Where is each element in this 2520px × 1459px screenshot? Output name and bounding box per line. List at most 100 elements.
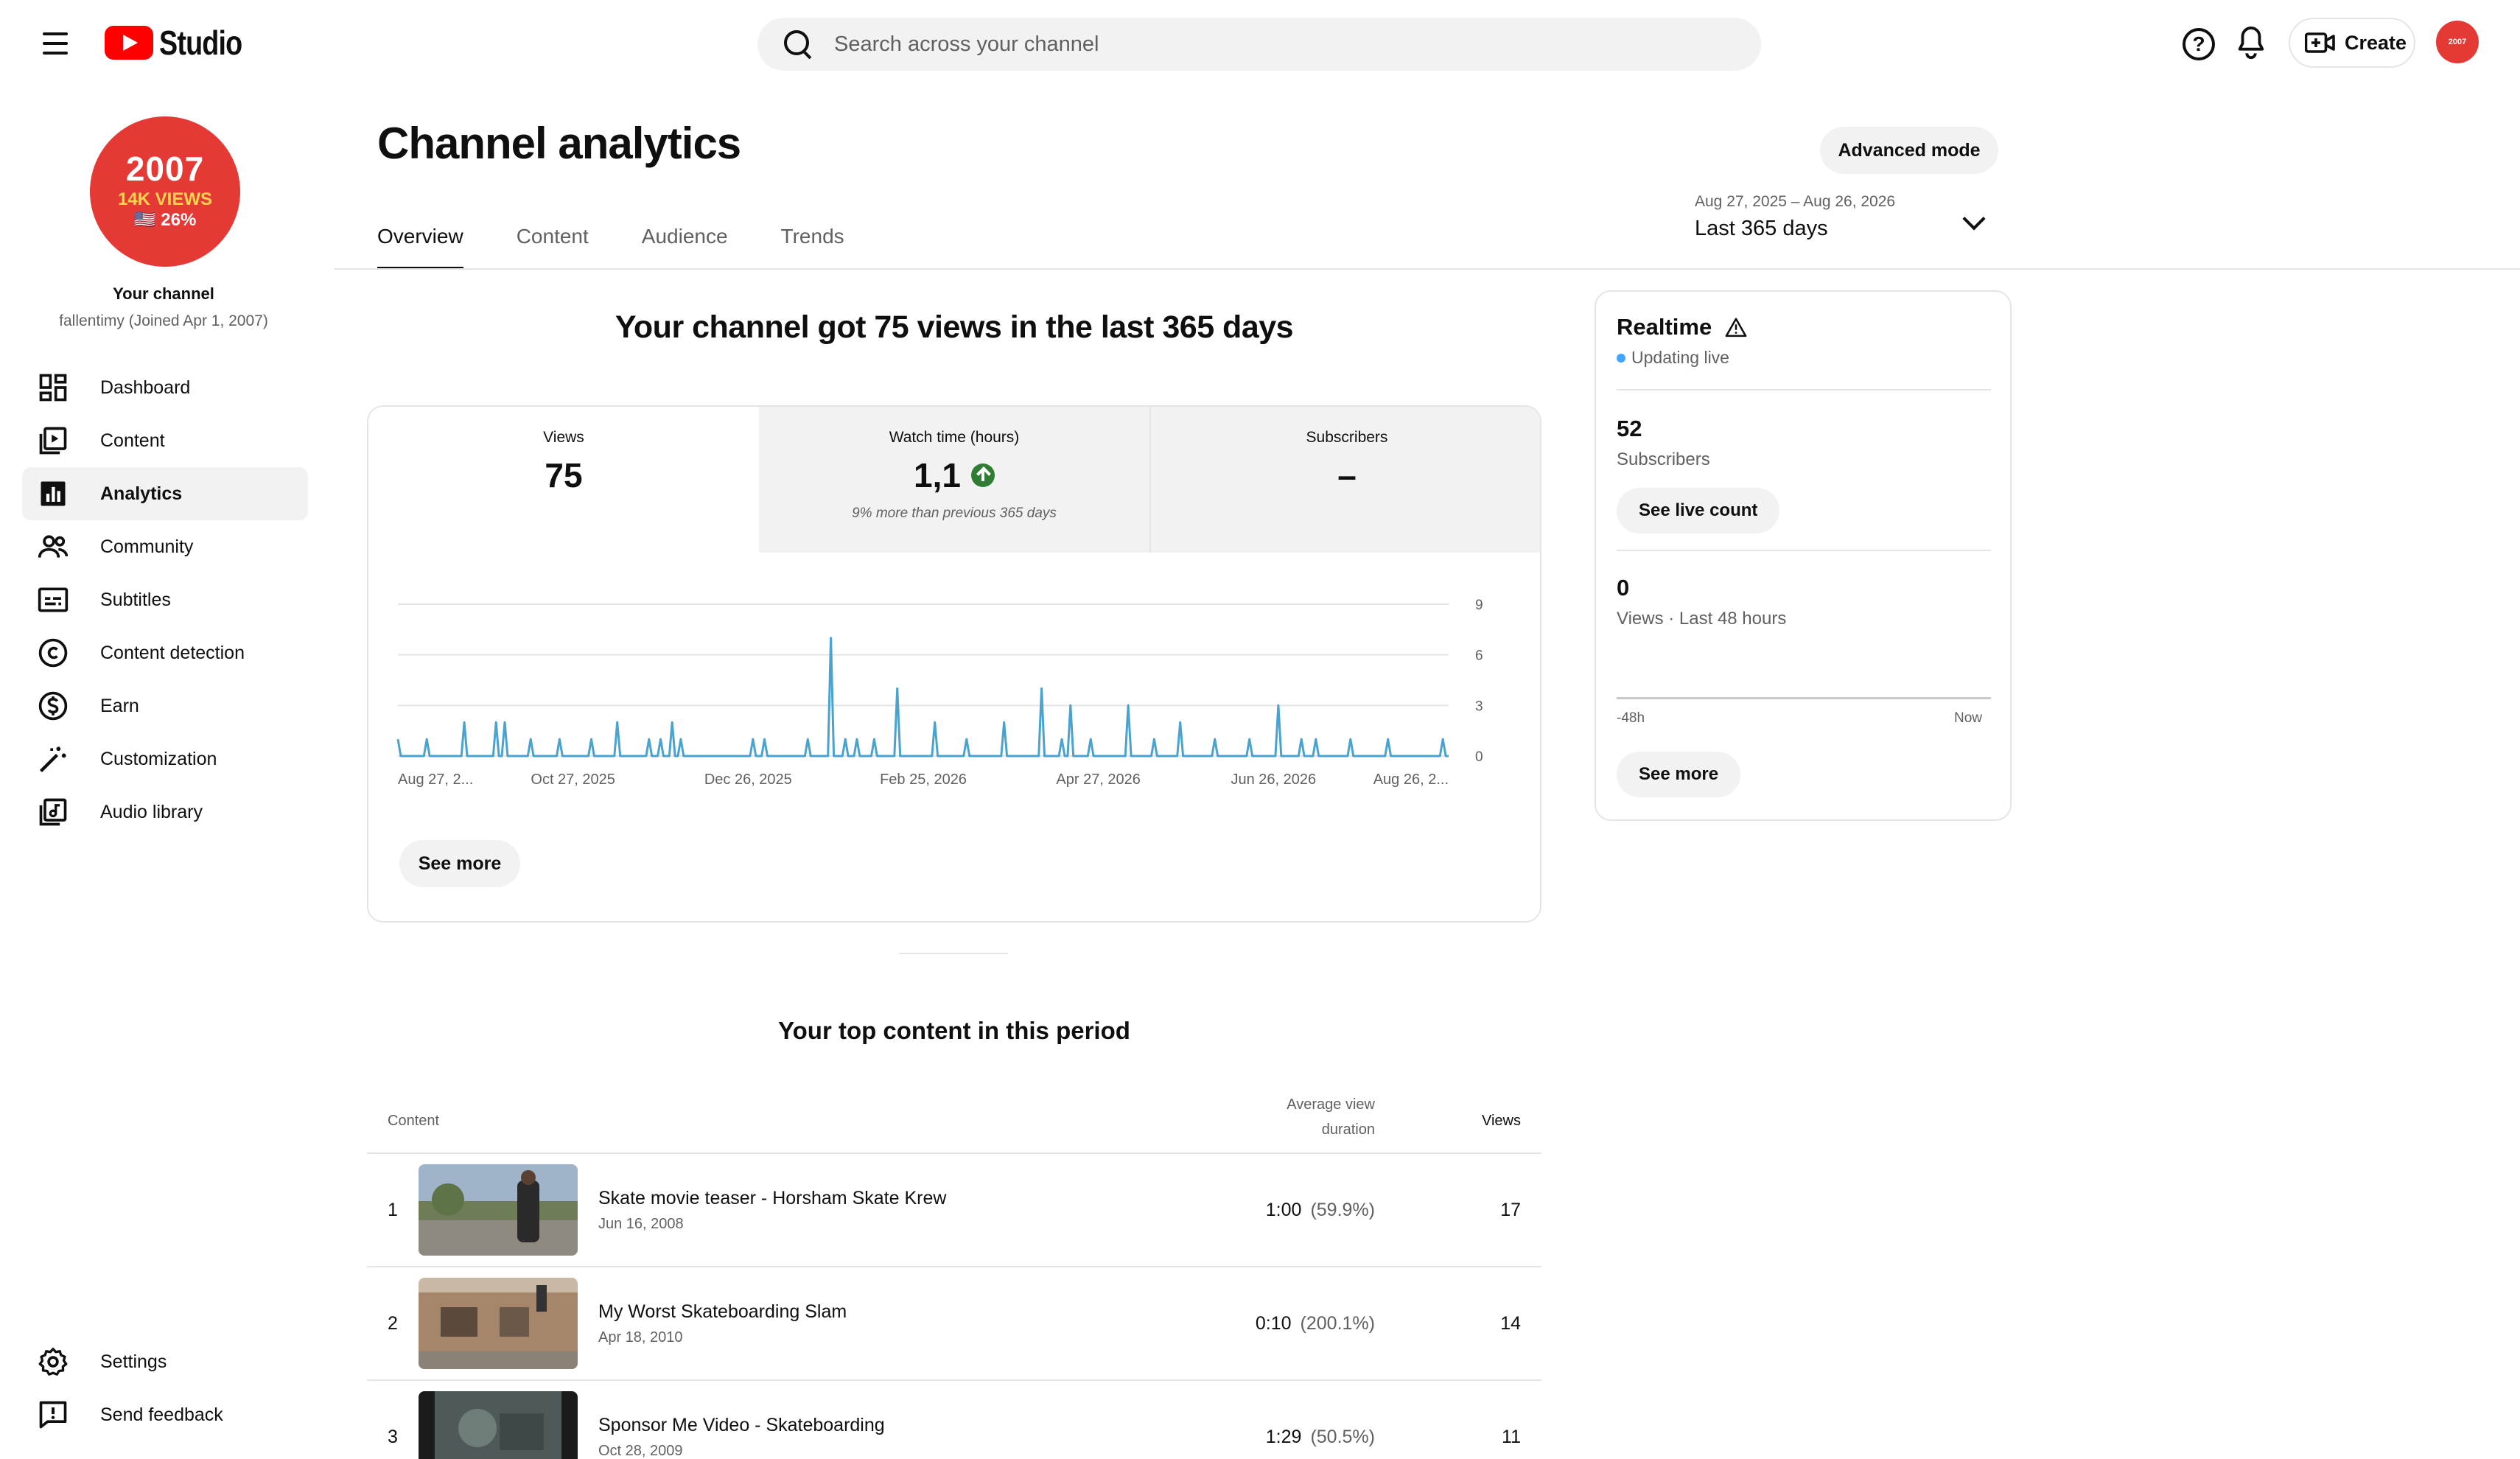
search-input[interactable] — [834, 32, 1718, 57]
avd-value: 0:10 — [1255, 1312, 1292, 1334]
video-thumbnail[interactable] — [419, 1278, 578, 1369]
menu-icon[interactable] — [40, 28, 71, 59]
video-date: Oct 28, 2009 — [598, 1443, 683, 1459]
sidebar-item-community[interactable]: Community — [22, 520, 308, 573]
trend-up-icon — [970, 463, 995, 487]
video-thumbnail[interactable] — [419, 1391, 578, 1459]
create-label: Create — [2345, 31, 2407, 54]
video-date: Jun 16, 2008 — [598, 1216, 684, 1232]
row-rank: 1 — [388, 1199, 398, 1220]
video-title[interactable]: Skate movie teaser - Horsham Skate Krew — [598, 1188, 946, 1209]
x-tick-label: Feb 25, 2026 — [880, 772, 967, 788]
x-tick-label: Aug 26, 2... — [1373, 772, 1449, 788]
sidebar-item-customization[interactable]: Customization — [22, 732, 308, 786]
metric-value: 1,1 — [759, 455, 1149, 495]
row-views: 11 — [1502, 1426, 1521, 1447]
sidebar-item-earn[interactable]: Earn — [22, 679, 308, 732]
sidebar-item-label: Subtitles — [100, 589, 171, 610]
sidebar-item-label: Settings — [100, 1351, 167, 1372]
metric-label: Subscribers — [1306, 429, 1388, 446]
sidebar: 2007 14K VIEWS 🇺🇸 26% Your channel falle… — [0, 87, 324, 1459]
table-row[interactable]: 2 My Worst Skateboarding Slam Apr 18, 20… — [367, 1267, 1541, 1379]
avg-view-duration: 1:00 (59.9%) — [1148, 1154, 1375, 1266]
search-bar[interactable] — [757, 18, 1761, 71]
x-tick-label: Apr 27, 2026 — [1056, 772, 1141, 788]
avatar-views: 14K VIEWS — [117, 189, 213, 210]
avd-header-line1: Average view — [1287, 1096, 1375, 1113]
realtime-see-more-button[interactable]: See more — [1617, 752, 1741, 797]
date-range-label: Last 365 days — [1695, 217, 1828, 240]
realtime-views-value: 0 — [1617, 575, 1630, 601]
metric-subscribers-tab[interactable]: Subscribers – — [1151, 407, 1540, 553]
logo-text: Studio — [159, 24, 242, 62]
sidebar-item-subtitles[interactable]: Subtitles — [22, 573, 308, 626]
video-thumbnail[interactable] — [419, 1164, 578, 1256]
metric-value-text: – — [1337, 456, 1357, 494]
views-series-line[interactable] — [396, 637, 1449, 758]
column-header-content: Content — [388, 1113, 440, 1129]
realtime-subscribers-label: Subscribers — [1617, 449, 1710, 469]
create-video-icon — [2305, 32, 2335, 53]
search-icon[interactable] — [781, 27, 815, 61]
video-title[interactable]: My Worst Skateboarding Slam — [598, 1301, 847, 1323]
sidebar-item-audio-library[interactable]: Audio library — [22, 786, 308, 839]
sidebar-item-settings[interactable]: Settings — [22, 1335, 308, 1388]
x-tick-label: Oct 27, 2025 — [531, 772, 615, 788]
channel-avatar[interactable]: 2007 14K VIEWS 🇺🇸 26% — [90, 116, 240, 267]
feedback-icon — [39, 1401, 67, 1429]
avd-value: 1:00 — [1265, 1199, 1302, 1220]
date-range-picker[interactable]: Aug 27, 2025 – Aug 26, 2026 Last 365 day… — [1695, 193, 1998, 249]
avg-view-duration: 0:10 (200.1%) — [1148, 1267, 1375, 1379]
metric-label: Views — [543, 429, 584, 446]
sidebar-item-content[interactable]: Content — [22, 414, 308, 467]
metric-value-text: 75 — [545, 456, 583, 494]
youtube-play-icon — [105, 26, 153, 60]
metric-watch-time-tab[interactable]: Watch time (hours) 1,1 9% more than prev… — [759, 407, 1151, 553]
audio-library-icon — [39, 798, 67, 826]
sidebar-item-content-detection[interactable]: Content detection — [22, 626, 308, 679]
warning-icon[interactable] — [1725, 317, 1747, 337]
date-range-text: Aug 27, 2025 – Aug 26, 2026 — [1695, 193, 1896, 210]
live-dot-icon — [1617, 353, 1625, 363]
see-live-count-button[interactable]: See live count — [1617, 488, 1780, 533]
see-more-button[interactable]: See more — [399, 840, 520, 887]
sidebar-item-label: Dashboard — [100, 377, 191, 398]
youtube-studio-logo[interactable]: Studio — [105, 22, 260, 63]
column-header-views[interactable]: Views — [1450, 1113, 1521, 1130]
video-date: Apr 18, 2010 — [598, 1329, 683, 1346]
help-icon[interactable]: ? — [2183, 28, 2215, 60]
sidebar-nav: Dashboard Content Analytics Community Su… — [22, 361, 308, 839]
sidebar-item-analytics[interactable]: Analytics — [22, 467, 308, 520]
table-row[interactable]: 1 Skate movie teaser - Horsham Skate Kre… — [367, 1154, 1541, 1266]
sidebar-item-dashboard[interactable]: Dashboard — [22, 361, 308, 414]
avg-view-duration: 1:29 (50.5%) — [1148, 1381, 1375, 1459]
sidebar-item-label: Customization — [100, 748, 217, 769]
tabs-divider — [335, 268, 2520, 270]
realtime-chart-axis — [1617, 697, 1991, 699]
tab-trends[interactable]: Trends — [781, 214, 844, 270]
metric-views-tab[interactable]: Views 75 — [368, 407, 759, 553]
row-rank: 2 — [388, 1312, 398, 1334]
column-header-avg-view-duration[interactable]: Average view duration — [1222, 1092, 1375, 1142]
analytics-icon — [41, 481, 66, 506]
dollar-icon — [38, 691, 68, 721]
table-row[interactable]: 3 Sponsor Me Video - Skateboarding Oct 2… — [367, 1381, 1541, 1459]
tab-audience[interactable]: Audience — [642, 214, 728, 270]
views-line-chart: 9 6 3 0 Aug 27, 2... Oct 27, 2025 Dec 26, 2025… — [396, 598, 1483, 788]
sidebar-item-label: Audio library — [100, 801, 203, 822]
account-avatar[interactable]: 2007 — [2436, 21, 2479, 63]
create-button[interactable]: Create — [2289, 18, 2415, 68]
video-title[interactable]: Sponsor Me Video - Skateboarding — [598, 1415, 885, 1436]
notifications-bell-icon[interactable] — [2234, 25, 2268, 62]
tab-content[interactable]: Content — [517, 214, 589, 270]
sidebar-item-send-feedback[interactable]: Send feedback — [22, 1388, 308, 1441]
page-title: Channel analytics — [377, 119, 741, 168]
sidebar-item-label: Analytics — [100, 483, 183, 504]
x-tick-label: Jun 26, 2026 — [1231, 772, 1317, 788]
realtime-views-label: Views · Last 48 hours — [1617, 609, 1787, 629]
tab-overview[interactable]: Overview — [377, 214, 463, 270]
avatar-pct: 🇺🇸 26% — [133, 209, 197, 230]
realtime-axis-start: -48h — [1617, 710, 1645, 726]
gear-icon — [38, 1347, 68, 1376]
advanced-mode-button[interactable]: Advanced mode — [1820, 127, 1998, 174]
